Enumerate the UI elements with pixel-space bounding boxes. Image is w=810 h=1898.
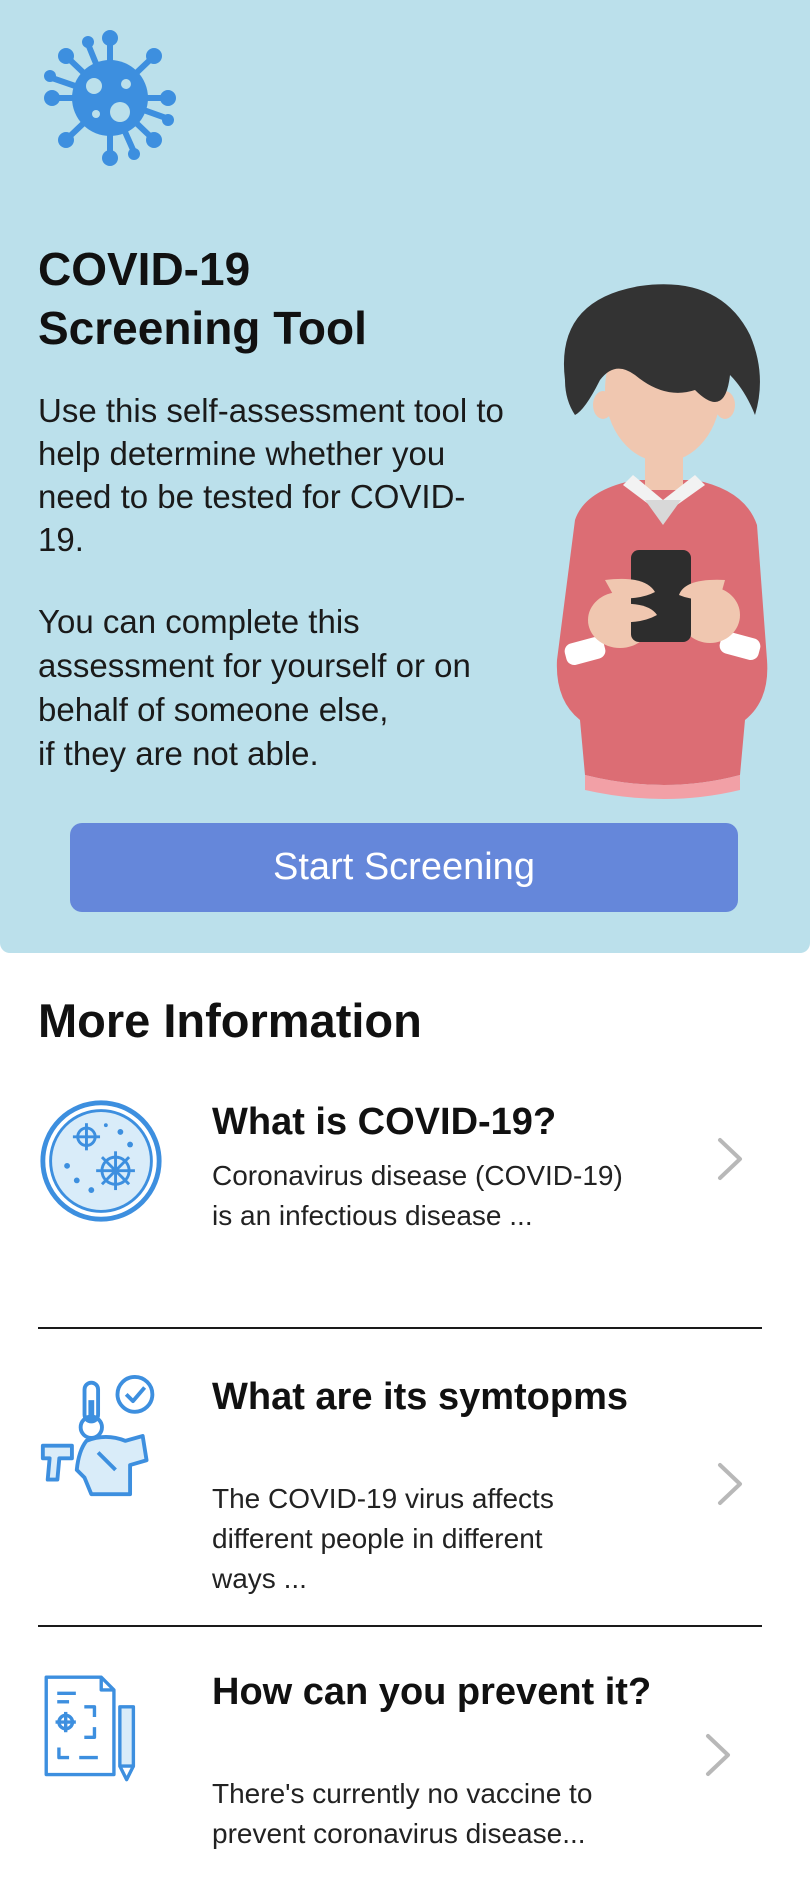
more-information-heading: More Information: [38, 994, 422, 1047]
info-item-heading: What are its symtopms: [212, 1376, 628, 1418]
info-item-what-is-covid[interactable]: What is COVID-19? Coronavirus disease (C…: [0, 1090, 810, 1330]
info-item-heading: How can you prevent it?: [212, 1671, 652, 1713]
petri-dish-virus-icon: [40, 1100, 162, 1222]
info-item-heading: What is COVID-19?: [212, 1101, 557, 1143]
virus-icon: [44, 30, 176, 166]
intro-text-secondary: You can complete this assessment for you…: [38, 603, 471, 772]
thermometer-symptoms-icon: [40, 1374, 155, 1497]
hero-section: COVID-19 Screening Tool Use this self-as…: [0, 0, 810, 953]
info-item-summary: There's currently no vaccine to prevent …: [212, 1778, 593, 1849]
chevron-right-icon: [706, 1734, 730, 1776]
info-item-prevention[interactable]: How can you prevent it? There's currentl…: [0, 1660, 810, 1898]
info-item-summary: Coronavirus disease (COVID-19) is an inf…: [212, 1160, 623, 1231]
divider: [38, 1625, 762, 1627]
info-item-symptoms[interactable]: What are its symtopms The COVID-19 virus…: [0, 1365, 810, 1625]
divider: [38, 1327, 762, 1329]
start-screening-button[interactable]: Start Screening: [70, 823, 738, 912]
page-title: COVID-19 Screening Tool: [38, 243, 367, 354]
chevron-right-icon: [718, 1463, 742, 1505]
intro-text: Use this self-assessment tool to help de…: [38, 392, 504, 558]
chevron-right-icon: [718, 1138, 742, 1180]
person-holding-phone-illustration: [556, 284, 768, 799]
info-item-summary: The COVID-19 virus affects different peo…: [212, 1483, 554, 1594]
prevention-plan-icon: [44, 1675, 136, 1782]
